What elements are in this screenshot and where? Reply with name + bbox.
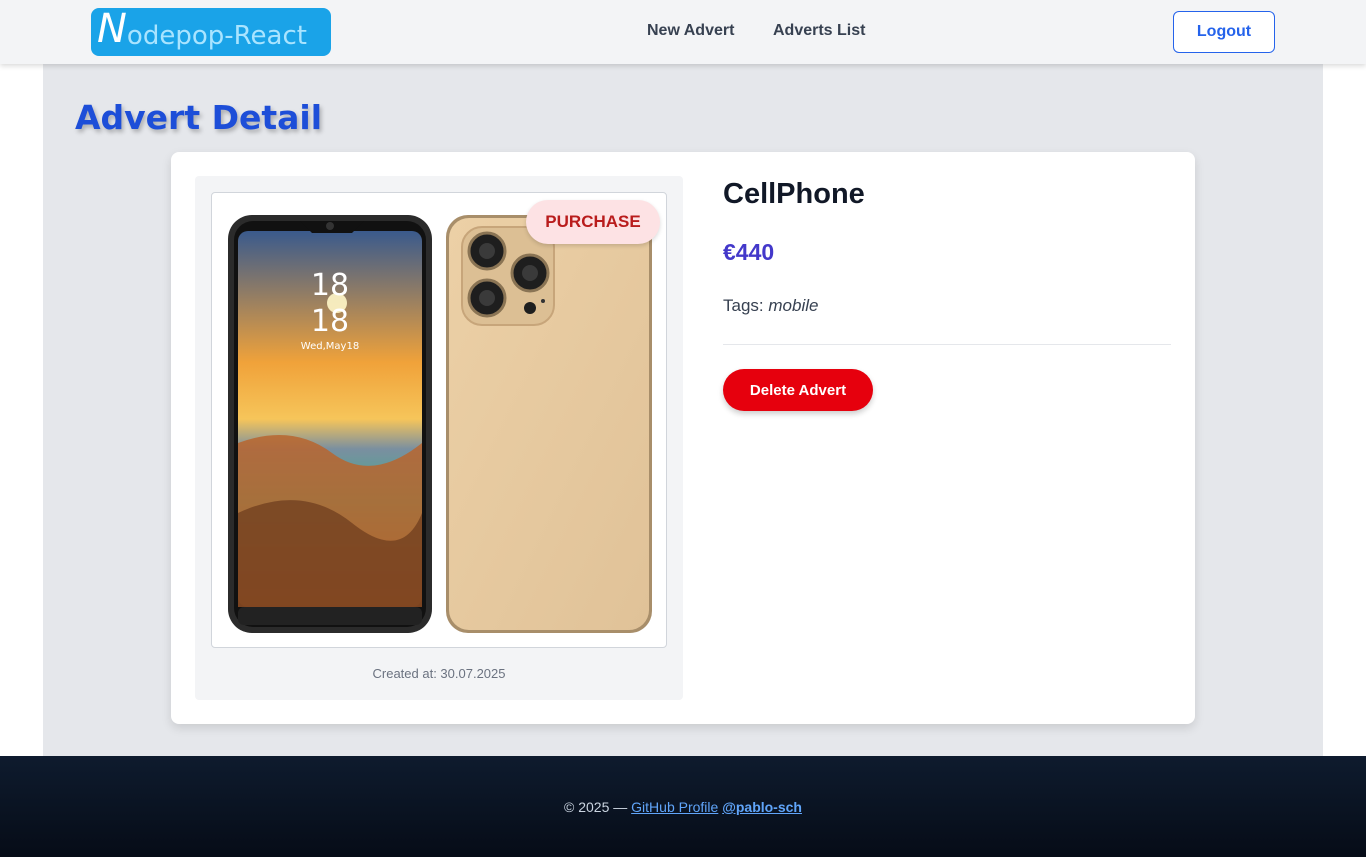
phone-clock-hour: 18 xyxy=(311,268,349,303)
created-at: Created at: 30.07.2025 xyxy=(372,666,506,681)
app-logo[interactable]: N odepop-React xyxy=(91,8,331,56)
tag-value: mobile xyxy=(768,296,819,315)
logo-initial: N xyxy=(97,6,127,52)
nav-adverts-list[interactable]: Adverts List xyxy=(773,22,865,40)
footer-text: © 2025 — GitHub Profile @pablo-sch xyxy=(0,799,1366,815)
footer-copyright: © 2025 — xyxy=(564,799,628,815)
page-title: Advert Detail xyxy=(75,98,323,137)
logo-text: odepop-React xyxy=(126,21,307,51)
main-content: Advert Detail 18 18 Wed,May18 PURCHASE C… xyxy=(43,64,1323,756)
nav-new-advert[interactable]: New Advert xyxy=(647,22,734,40)
phone-illustration: 18 18 Wed,May18 xyxy=(228,215,652,633)
footer: © 2025 — GitHub Profile @pablo-sch xyxy=(0,756,1366,857)
logout-button[interactable]: Logout xyxy=(1173,11,1275,53)
delete-advert-button[interactable]: Delete Advert xyxy=(723,369,873,411)
advert-image-panel: 18 18 Wed,May18 PURCHASE Created at: 30.… xyxy=(195,176,683,700)
purchase-badge: PURCHASE xyxy=(526,200,660,244)
advert-tags: Tags: mobile xyxy=(723,296,818,316)
divider xyxy=(723,344,1171,345)
github-user-link[interactable]: @pablo-sch xyxy=(722,799,802,815)
phone-date: Wed,May18 xyxy=(301,341,359,352)
github-profile-link[interactable]: GitHub Profile xyxy=(631,799,718,815)
advert-price: €440 xyxy=(723,239,775,265)
tags-label: Tags: xyxy=(723,296,764,315)
phone-clock-minute: 18 xyxy=(311,304,349,339)
advert-photo: 18 18 Wed,May18 xyxy=(211,192,667,648)
advert-card: 18 18 Wed,May18 PURCHASE Created at: 30.… xyxy=(171,152,1195,724)
top-navbar: N odepop-React New Advert Adverts List L… xyxy=(0,0,1366,64)
advert-name: CellPhone xyxy=(723,178,865,210)
